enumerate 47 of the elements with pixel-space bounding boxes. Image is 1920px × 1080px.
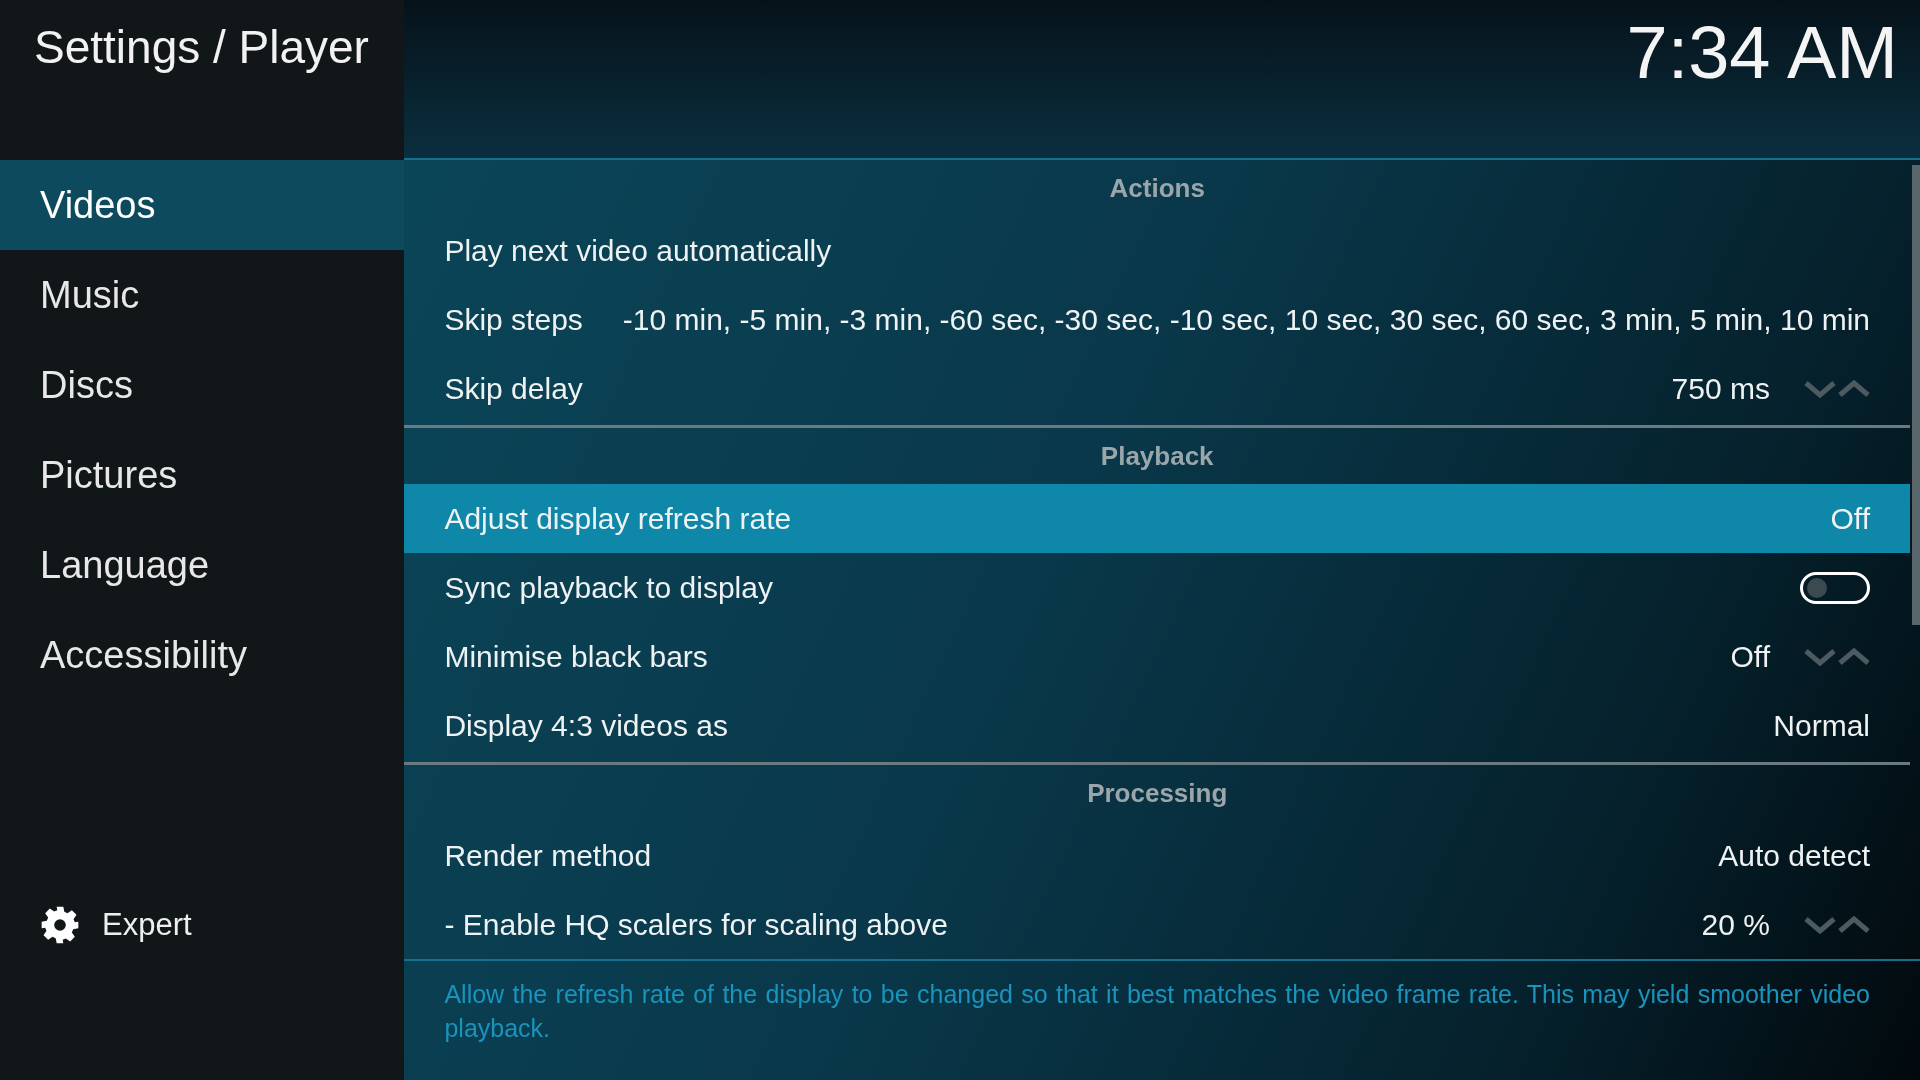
setting-label: Adjust display refresh rate xyxy=(444,501,792,536)
down-chevron-icon[interactable] xyxy=(1804,915,1836,934)
setting-label: Skip delay xyxy=(444,371,583,406)
down-chevron-icon[interactable] xyxy=(1804,647,1836,666)
settings-icon xyxy=(40,905,80,945)
setting-label: Minimise black bars xyxy=(444,639,708,674)
setting-value: Normal xyxy=(1773,708,1870,743)
expert-button[interactable]: Expert xyxy=(0,885,405,965)
scrollbar[interactable] xyxy=(1912,165,1920,625)
section-heading: Processing xyxy=(1086,776,1229,810)
setting-description: Allow the refresh rate of the display to be changed so that it best matches the video frame rate. This may yield smoother video playback. xyxy=(404,959,1920,1045)
setting-value: 20 % xyxy=(1701,907,1770,942)
section-heading: Playback xyxy=(1099,439,1215,473)
setting-value: 750 ms xyxy=(1671,371,1770,406)
setting-row[interactable]: Minimise black bars Off xyxy=(404,622,1910,691)
window-title: Settings / Player xyxy=(33,20,370,75)
section-heading: Actions xyxy=(1108,171,1206,205)
setting-row[interactable]: Play next video automatically xyxy=(404,216,1910,285)
setting-row[interactable]: Skip delay 750 ms xyxy=(404,354,1910,423)
category-item[interactable]: Accessibility xyxy=(0,610,405,700)
clock: 7:34 AM xyxy=(1626,10,1898,95)
setting-value: -10 min, -5 min, -3 min, -60 sec, -30 sec, -10 sec, 10 sec, 30 sec, 60 sec, 3 min, 5 min, 10 min xyxy=(622,302,1870,337)
setting-row[interactable]: Display 4:3 videos as Normal xyxy=(404,691,1910,760)
category-item[interactable]: Videos xyxy=(0,160,405,250)
setting-label: Skip steps xyxy=(444,302,583,337)
setting-row[interactable]: Adjust display refresh rate Off xyxy=(404,484,1910,553)
category-item[interactable]: Discs xyxy=(0,340,405,430)
setting-label: Render method xyxy=(444,838,652,873)
setting-label: Display 4:3 videos as xyxy=(444,708,728,743)
category-item[interactable]: Pictures xyxy=(0,430,405,520)
setting-label: Sync playback to display xyxy=(444,570,773,605)
category-item[interactable]: Language xyxy=(0,520,405,610)
up-chevron-icon[interactable] xyxy=(1838,379,1870,398)
setting-value: Off xyxy=(1830,501,1870,536)
setting-row[interactable]: Skip steps -10 min, -5 min, -3 min, -60 sec, -30 sec, -10 sec, 10 sec, 30 sec, 60 sec, 3 min, 5 min, 10 min xyxy=(404,285,1910,354)
category-item[interactable]: Music xyxy=(0,250,405,340)
setting-value: Off xyxy=(1730,639,1770,674)
setting-row[interactable]: - Enable HQ scalers for scaling above 20 % xyxy=(404,890,1910,959)
setting-row[interactable]: Sync playback to display xyxy=(404,553,1910,622)
setting-label: Play next video automatically xyxy=(444,233,832,268)
setting-row[interactable]: Render method Auto detect xyxy=(404,821,1910,890)
setting-value: Auto detect xyxy=(1718,838,1870,873)
down-chevron-icon[interactable] xyxy=(1804,379,1836,398)
up-chevron-icon[interactable] xyxy=(1838,647,1870,666)
toggle-switch[interactable] xyxy=(1800,571,1870,604)
setting-label: - Enable HQ scalers for scaling above xyxy=(444,907,948,942)
up-chevron-icon[interactable] xyxy=(1838,915,1870,934)
